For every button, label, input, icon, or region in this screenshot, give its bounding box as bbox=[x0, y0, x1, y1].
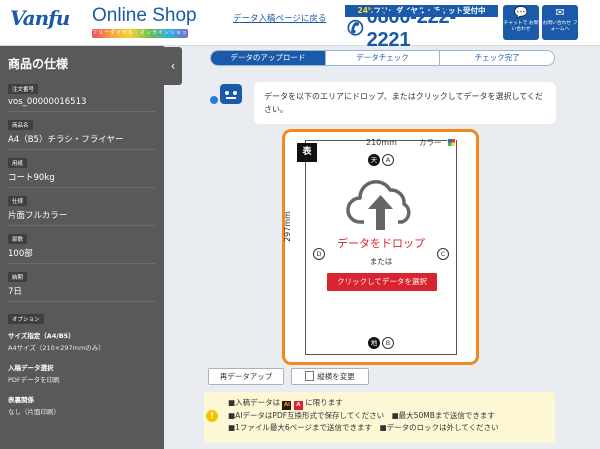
sidebar-collapse-button[interactable]: ‹ bbox=[164, 47, 182, 85]
assistant-bot-icon bbox=[210, 82, 246, 110]
options-tag: オプション bbox=[8, 314, 44, 324]
contact-form-label: お問い合わせ フォームへ bbox=[542, 21, 578, 32]
chat-button[interactable]: 💬 チャットで お問い合わせ bbox=[503, 5, 539, 40]
sidebar-title: 商品の仕様 bbox=[8, 57, 69, 71]
width-label: 210mm bbox=[366, 138, 397, 147]
step-check: データチェック bbox=[324, 51, 440, 65]
phone-banner[interactable]: 24hフリーダイヤル・チャット受付中 ✆ 0800-222-2221 bbox=[345, 5, 498, 51]
option-title: サイズ指定（A4/B5） bbox=[8, 332, 75, 340]
reupload-button[interactable]: 再データアップ bbox=[208, 368, 284, 385]
notice-line-1: ■入稿データは Ai A に限ります bbox=[228, 397, 555, 410]
spec-print-type: 仕様 片面フルカラー bbox=[0, 188, 164, 226]
option-value: なし（片面印刷） bbox=[8, 408, 60, 416]
top-mark: 天 bbox=[368, 154, 380, 166]
color-label: カラー bbox=[419, 138, 442, 147]
pdf-file-icon: A bbox=[293, 401, 303, 410]
back-to-upload-link[interactable]: データ入稿ページに戻る bbox=[233, 12, 326, 24]
spec-product: 商品名 A4（B5）チラシ・フライヤー bbox=[0, 112, 164, 150]
spec-tag: 用紙 bbox=[8, 158, 28, 168]
step-complete: チェック完了 bbox=[439, 51, 554, 65]
or-text: または bbox=[369, 257, 393, 266]
color-swatch-icon bbox=[447, 138, 456, 147]
phone-number: 0800-222-2221 bbox=[366, 5, 457, 51]
instruction-bubble: データを以下のエリアにドロップ、またはクリックしてデータを選択してください。 bbox=[254, 82, 556, 124]
shop-subtitle-banner: フリーダイヤル・オンラインショップ bbox=[92, 29, 188, 45]
shop-title[interactable]: Online Shop bbox=[92, 5, 197, 27]
option-title: 入稿データ選択 bbox=[8, 364, 54, 372]
chat-icon: 💬 bbox=[514, 6, 528, 19]
spec-paper: 用紙 コート90kg bbox=[0, 150, 164, 188]
spec-value: 片面フルカラー bbox=[8, 209, 156, 226]
spec-value: A4（B5）チラシ・フライヤー bbox=[8, 133, 156, 150]
bot-mouth bbox=[226, 97, 236, 99]
upload-notice: ■入稿データは Ai A に限ります ■AIデータはPDF互換形式で保存してくだ… bbox=[204, 392, 555, 443]
ai-file-icon: Ai bbox=[282, 401, 292, 410]
option-value: A4サイズ（210×297mmのみ） bbox=[8, 344, 105, 352]
spec-tag: 部数 bbox=[8, 234, 28, 244]
phone-number-row: ✆ 0800-222-2221 bbox=[345, 6, 498, 51]
step-upload: データのアップロード bbox=[211, 51, 325, 65]
spec-tag: 納期 bbox=[8, 272, 28, 282]
bot-eye bbox=[225, 91, 229, 95]
drop-text: データをドロップ bbox=[337, 237, 425, 250]
bottom-mark: 地 bbox=[368, 337, 380, 349]
height-label: 297mm bbox=[283, 211, 292, 242]
phone-icon: ✆ bbox=[347, 18, 364, 40]
notice-line-3: ■1ファイル最大6ページまで送信できます ■データのロックは外してください bbox=[228, 422, 499, 432]
rotate-orientation-button[interactable]: 縦横を変更 bbox=[291, 368, 369, 385]
warning-icon: ! bbox=[206, 410, 218, 422]
notice-line1-post: に限ります bbox=[305, 398, 343, 407]
spec-value: 100部 bbox=[8, 247, 156, 264]
cloud-upload-icon bbox=[346, 180, 411, 230]
spec-tag: 商品名 bbox=[8, 120, 33, 130]
option-value: PDFデータを印刷 bbox=[8, 376, 60, 384]
edge-letter-a: A bbox=[382, 154, 394, 166]
spec-order-number: 注文番号 vos_00000016513 bbox=[0, 76, 164, 112]
chat-button-label: チャットで お問い合わせ bbox=[503, 21, 539, 32]
spec-options: オプション サイズ指定（A4/B5） A4サイズ（210×297mmのみ） 入稿… bbox=[0, 306, 164, 416]
bot-dot bbox=[210, 96, 218, 104]
top-marker: 天 A bbox=[368, 154, 394, 166]
notice-line-2: ■AIデータはPDF互換形式で保存してください ■最大50MBまで送信できます bbox=[228, 411, 495, 420]
shop-subtitle: フリーダイヤル・オンラインショップ bbox=[92, 30, 188, 45]
progress-steps: データのアップロード データチェック チェック完了 bbox=[210, 50, 555, 66]
rotate-label: 縦横を変更 bbox=[317, 372, 355, 381]
spec-value: コート90kg bbox=[8, 171, 156, 188]
mail-icon: ✉ bbox=[555, 6, 565, 19]
rotate-page-icon bbox=[305, 371, 315, 381]
brand-logo[interactable]: Vanfu bbox=[10, 6, 70, 30]
option-title: 表裏関係 bbox=[8, 396, 34, 404]
contact-form-button[interactable]: ✉ お問い合わせ フォームへ bbox=[542, 5, 578, 40]
bot-eye bbox=[233, 91, 237, 95]
bot-head bbox=[220, 84, 242, 104]
spec-tag: 仕様 bbox=[8, 196, 28, 206]
edge-letter-b: B bbox=[382, 337, 394, 349]
bottom-marker: 地 B bbox=[368, 337, 394, 349]
front-side-badge: 表 bbox=[297, 143, 317, 162]
spec-tag: 注文番号 bbox=[8, 84, 39, 94]
notice-line1-pre: ■入稿データは bbox=[228, 398, 281, 407]
header: Vanfu Online Shop フリーダイヤル・オンラインショップ データ入… bbox=[0, 0, 600, 51]
spec-quantity: 部数 100部 bbox=[0, 226, 164, 264]
spec-value: 7日 bbox=[8, 285, 156, 302]
spec-delivery: 納期 7日 bbox=[0, 264, 164, 302]
spec-sidebar: 商品の仕様 注文番号 vos_00000016513 商品名 A4（B5）チラシ… bbox=[0, 46, 164, 449]
select-file-button[interactable]: クリックしてデータを選択 bbox=[327, 273, 437, 291]
spec-value: vos_00000016513 bbox=[8, 97, 156, 112]
